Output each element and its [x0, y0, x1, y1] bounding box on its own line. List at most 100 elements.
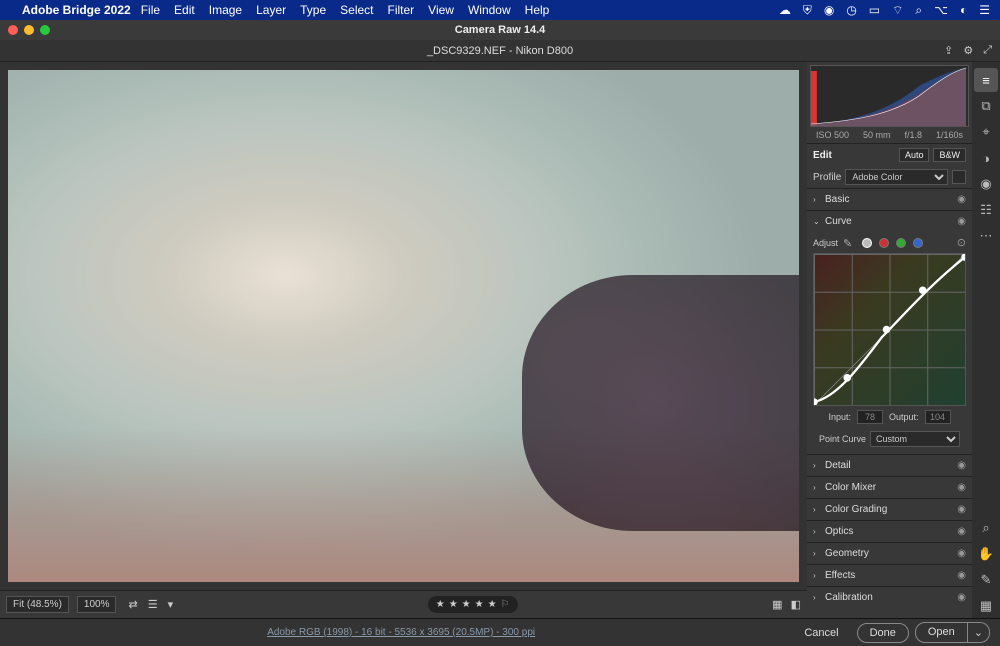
- targeted-adjust-icon[interactable]: ⊙: [957, 236, 966, 249]
- eye-icon[interactable]: ◉: [957, 216, 966, 227]
- point-curve-select[interactable]: Custom: [870, 431, 960, 447]
- search-icon[interactable]: ⌕: [915, 3, 922, 18]
- zoom-icon[interactable]: ⌕: [974, 516, 998, 540]
- menu-filter[interactable]: Filter: [388, 3, 415, 17]
- edit-sliders-icon[interactable]: ≡: [974, 68, 998, 92]
- menu-file[interactable]: File: [141, 3, 160, 17]
- curve-output-field[interactable]: [925, 410, 951, 424]
- more-icon[interactable]: ⋯: [974, 224, 998, 248]
- star-icon[interactable]: ★: [462, 599, 471, 610]
- menu-window[interactable]: Window: [468, 3, 511, 17]
- workflow-options-link[interactable]: Adobe RGB (1998) - 16 bit - 5536 x 3695 …: [267, 627, 535, 638]
- image-canvas[interactable]: [4, 66, 803, 586]
- section-effects[interactable]: ›Effects◉: [807, 565, 972, 586]
- chevron-right-icon: ›: [813, 593, 821, 602]
- menu-type[interactable]: Type: [300, 3, 326, 17]
- section-color-grading[interactable]: ›Color Grading◉: [807, 499, 972, 520]
- cancel-button[interactable]: Cancel: [792, 624, 850, 642]
- cloud-icon[interactable]: ☁: [779, 3, 791, 17]
- channel-green[interactable]: [896, 238, 906, 248]
- section-label: Color Grading: [825, 504, 957, 515]
- eye-icon[interactable]: ◉: [957, 592, 966, 603]
- curve-input-field[interactable]: [857, 410, 883, 424]
- section-calibration[interactable]: › Calibration◉: [807, 587, 972, 608]
- bw-button[interactable]: B&W: [933, 148, 966, 162]
- crop-icon[interactable]: ⧉: [974, 94, 998, 118]
- siri-icon[interactable]: ◐: [960, 3, 967, 17]
- section-geometry[interactable]: ›Geometry◉: [807, 543, 972, 564]
- star-icon[interactable]: ★: [475, 599, 484, 610]
- redeye-icon[interactable]: ◉: [974, 172, 998, 196]
- channel-rgb[interactable]: [862, 238, 872, 248]
- spot-heal-icon[interactable]: ⌖: [974, 120, 998, 144]
- open-button[interactable]: Open: [915, 622, 968, 643]
- channel-red[interactable]: [879, 238, 889, 248]
- eye-icon[interactable]: ◉: [957, 526, 966, 537]
- curve-editor[interactable]: [813, 253, 966, 406]
- control-center-icon[interactable]: ⌥: [934, 3, 948, 17]
- notifications-icon[interactable]: ☰: [979, 3, 990, 17]
- clock-icon[interactable]: ◷: [846, 3, 856, 17]
- wifi-icon[interactable]: ⌔: [892, 3, 903, 18]
- star-icon[interactable]: ★: [449, 599, 458, 610]
- exif-iso: ISO 500: [816, 130, 849, 140]
- eye-icon[interactable]: ◉: [957, 460, 966, 471]
- star-icon[interactable]: ★: [488, 599, 497, 610]
- star-icon[interactable]: ★: [436, 599, 445, 610]
- fit-zoom-selector[interactable]: Fit (48.5%): [6, 596, 69, 613]
- section-color-mixer[interactable]: ›Color Mixer◉: [807, 477, 972, 498]
- menu-view[interactable]: View: [428, 3, 454, 17]
- profile-browser-icon[interactable]: [952, 170, 966, 184]
- curve-io-row: Input: Output:: [813, 406, 966, 428]
- edit-panel: ISO 500 50 mm f/1.8 1/160s Edit Auto B&W…: [807, 62, 972, 618]
- eye-icon[interactable]: ◉: [957, 570, 966, 581]
- section-curve[interactable]: ⌄ Curve ◉: [807, 211, 972, 232]
- auto-button[interactable]: Auto: [899, 148, 930, 162]
- parametric-curve-icon[interactable]: ✎: [843, 237, 855, 249]
- star-rating[interactable]: ★ ★ ★ ★ ★ ⚐: [428, 596, 518, 613]
- menu-select[interactable]: Select: [340, 3, 373, 17]
- channel-blue[interactable]: [913, 238, 923, 248]
- zoom-selector[interactable]: 100%: [77, 596, 117, 613]
- menu-image[interactable]: Image: [209, 3, 242, 17]
- section-basic[interactable]: › Basic ◉: [807, 189, 972, 210]
- flag-icon[interactable]: ⚐: [501, 599, 510, 610]
- eye-icon[interactable]: ◉: [957, 504, 966, 515]
- eye-icon[interactable]: ◉: [957, 482, 966, 493]
- menu-help[interactable]: Help: [525, 3, 550, 17]
- grid-icon[interactable]: ▦: [974, 594, 998, 618]
- masking-icon[interactable]: ◑: [974, 146, 998, 170]
- done-button[interactable]: Done: [857, 623, 909, 643]
- exif-shutter: 1/160s: [936, 130, 963, 140]
- compare-icon[interactable]: ⇄: [128, 598, 137, 611]
- color-sampler-icon[interactable]: ✎: [974, 568, 998, 592]
- section-optics[interactable]: ›Optics◉: [807, 521, 972, 542]
- open-dropdown-icon[interactable]: ⌄: [968, 622, 990, 643]
- filmstrip-toggle-icon[interactable]: ▦: [772, 598, 782, 611]
- point-curve-label: Point Curve: [819, 434, 866, 444]
- profile-select[interactable]: Adobe Color: [845, 169, 948, 185]
- exif-readout: ISO 500 50 mm f/1.8 1/160s: [807, 127, 972, 144]
- battery-icon[interactable]: ▭: [869, 3, 880, 17]
- histogram[interactable]: [810, 65, 969, 127]
- creative-cloud-icon[interactable]: ◉: [824, 3, 834, 17]
- app-name[interactable]: Adobe Bridge 2022: [22, 3, 131, 17]
- exif-focal: 50 mm: [863, 130, 891, 140]
- before-after-icon[interactable]: ◧: [791, 598, 801, 611]
- filter-icon[interactable]: ▾: [168, 598, 174, 611]
- section-label: Curve: [825, 216, 957, 227]
- list-icon[interactable]: ☰: [148, 598, 158, 611]
- section-detail[interactable]: ›Detail◉: [807, 455, 972, 476]
- section-label: Effects: [825, 570, 957, 581]
- section-label: Detail: [825, 460, 957, 471]
- hand-icon[interactable]: ✋: [974, 542, 998, 566]
- eye-icon[interactable]: ◉: [957, 194, 966, 205]
- edit-title: Edit: [813, 150, 832, 161]
- shield-icon[interactable]: ⛨: [803, 3, 812, 18]
- menu-layer[interactable]: Layer: [256, 3, 286, 17]
- section-label: Calibration: [825, 592, 957, 603]
- eye-icon[interactable]: ◉: [957, 548, 966, 559]
- section-label: Optics: [825, 526, 957, 537]
- menu-edit[interactable]: Edit: [174, 3, 195, 17]
- presets-icon[interactable]: ☷: [974, 198, 998, 222]
